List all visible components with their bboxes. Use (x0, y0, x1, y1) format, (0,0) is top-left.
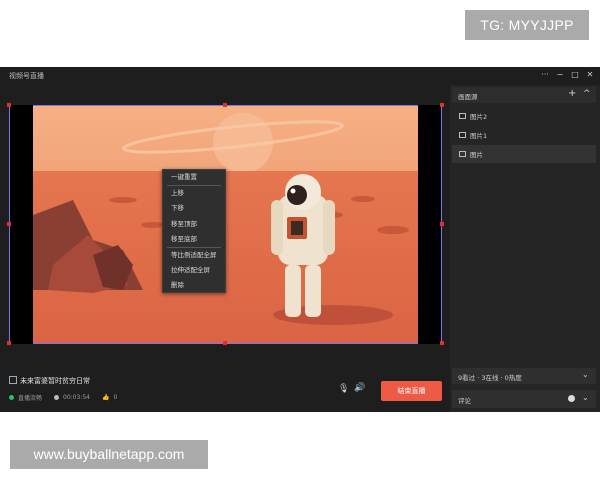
menu-move-down[interactable]: 下移 (163, 201, 225, 216)
minimize-icon[interactable]: − (556, 69, 564, 81)
live-app-window: 视频号直播 ··· − □ ✕ 一键重置 上移 下移 移至顶部 移至底部 等比例… (0, 67, 600, 412)
status-ok-icon (9, 395, 14, 400)
watermark-bottom: www.buyballnetapp.com (10, 440, 208, 469)
resize-handle[interactable] (223, 103, 227, 107)
source-item[interactable]: 图片1 (452, 126, 596, 144)
source-label: 图片2 (470, 113, 488, 121)
resize-handle[interactable] (440, 341, 444, 345)
image-icon (459, 113, 466, 119)
microphone-icon[interactable]: 🎙 (338, 384, 349, 394)
context-menu: 一键重置 上移 下移 移至顶部 移至底部 等比例适配全屏 拉伸适配全屏 删除 (162, 169, 226, 293)
close-icon[interactable]: ✕ (586, 69, 594, 81)
live-title: 未来富婆暂时贫穷日常 (20, 377, 90, 385)
menu-move-up[interactable]: 上移 (163, 186, 225, 201)
sources-panel-title: 画面源 (458, 93, 478, 101)
image-icon (459, 151, 466, 157)
more-icon[interactable]: ··· (541, 69, 549, 81)
resize-handle[interactable] (7, 103, 11, 107)
preview-canvas[interactable]: 一键重置 上移 下移 移至顶部 移至底部 等比例适配全屏 拉伸适配全屏 删除 (7, 103, 444, 345)
chevron-down-icon: ⌄ (582, 393, 589, 402)
live-status-row: 直播流畅 00:03:54 👍 0 (9, 393, 117, 402)
source-item[interactable]: 图片2 (452, 107, 596, 125)
menu-move-bottom[interactable]: 移至底部 (163, 232, 225, 247)
clock-icon (54, 395, 60, 400)
live-duration: 00:03:54 (63, 394, 90, 401)
menu-delete[interactable]: 删除 (163, 278, 225, 293)
menu-move-top[interactable]: 移至顶部 (163, 217, 225, 232)
like-count: 0 (113, 394, 118, 401)
collapse-icon[interactable]: ^ (583, 89, 591, 99)
like-icon: 👍 (101, 394, 110, 401)
source-item-selected[interactable]: 图片 (452, 145, 596, 163)
sources-panel-header: 画面源 + ^ (452, 87, 596, 103)
end-live-button[interactable]: 结束直播 (381, 381, 442, 401)
resize-handle[interactable] (223, 341, 227, 345)
live-room-icon (9, 376, 17, 384)
resize-handle[interactable] (7, 222, 11, 226)
resize-handle[interactable] (440, 222, 444, 226)
menu-fit-stretch[interactable]: 拉伸适配全屏 (163, 263, 225, 278)
source-label: 图片1 (470, 132, 488, 140)
stream-status: 直播流畅 (18, 395, 43, 402)
window-controls: ··· − □ ✕ (541, 69, 594, 81)
viewer-stats: 9看过 · 3在线 · 0热度 (458, 374, 522, 382)
live-control-bar: 未来富婆暂时贫穷日常 直播流畅 00:03:54 👍 0 🎙 🔊 结束直播 (0, 367, 450, 412)
chevron-down-icon: ⌄ (582, 370, 589, 379)
app-title: 视频号直播 (9, 72, 44, 80)
menu-fit-proportional[interactable]: 等比例适配全屏 (163, 248, 225, 263)
add-source-icon[interactable]: + (568, 88, 576, 99)
resize-handle[interactable] (440, 103, 444, 107)
comments-section[interactable]: 评论 ⌄ (452, 390, 596, 408)
viewer-stats-dropdown[interactable]: 9看过 · 3在线 · 0热度 ⌄ (452, 368, 596, 384)
speaker-icon[interactable]: 🔊 (354, 383, 365, 393)
image-icon (459, 132, 466, 138)
comments-label: 评论 (458, 397, 471, 405)
maximize-icon[interactable]: □ (571, 69, 579, 81)
sources-panel: 画面源 + ^ 图片2 图片1 图片 9看过 · 3在线 · 0热度 ⌄ 评论 … (450, 85, 600, 412)
title-bar: 视频号直播 ··· − □ ✕ (0, 67, 600, 85)
watermark-top: TG: MYYJJPP (465, 10, 589, 40)
comment-settings-icon[interactable] (568, 395, 575, 402)
resize-handle[interactable] (7, 341, 11, 345)
source-label: 图片 (470, 151, 483, 159)
menu-reset[interactable]: 一键重置 (163, 170, 225, 185)
